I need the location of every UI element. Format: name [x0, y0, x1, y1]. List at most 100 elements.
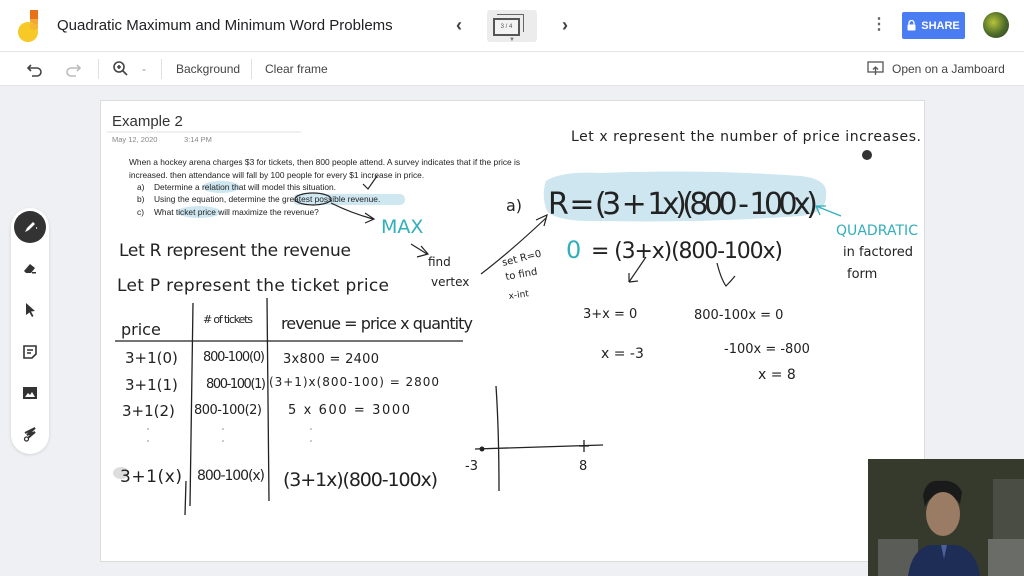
- table-cell: 3+1(0): [125, 349, 178, 367]
- next-frame-button[interactable]: ›: [553, 13, 577, 37]
- caret-down-icon: ▼: [509, 37, 515, 43]
- right-factor-step: -100x = -800: [724, 342, 810, 357]
- share-button[interactable]: SHARE: [902, 12, 965, 39]
- toolbar-divider: [251, 59, 252, 79]
- pen-tool[interactable]: [14, 211, 46, 243]
- problem-line-2: increased. then attendance will fall by …: [129, 170, 424, 180]
- table-header-tickets: # of tickets: [203, 313, 253, 326]
- jamboard-logo: [18, 10, 38, 42]
- table-cell: 800-100(1): [206, 377, 266, 392]
- laser-tool[interactable]: [14, 418, 46, 450]
- webcam-feed: [868, 459, 1024, 576]
- canvas-drawing[interactable]: Example 2 May 12, 2020 3:14 PM When a ho…: [101, 101, 925, 562]
- arrow-right-factor-stroke: [716, 262, 736, 287]
- let-p-statement: Let P represent the ticket price: [117, 276, 389, 296]
- open-on-jamboard-label: Open on a Jamboard: [892, 62, 1005, 76]
- redo-icon: [66, 64, 82, 77]
- cursor-dot: [862, 150, 872, 160]
- select-tool[interactable]: [14, 294, 46, 326]
- revenue-table: price # of tickets revenue = price x qua…: [113, 297, 473, 516]
- quadratic-label-3: form: [847, 267, 877, 282]
- let-r-statement: Let R represent the revenue: [119, 241, 351, 261]
- quadratic-label-2: in factored: [843, 245, 913, 260]
- arrow-to-max-stroke: [330, 202, 376, 224]
- right-factor-equation: 800-100x = 0: [694, 308, 783, 323]
- graph-label-right: 8: [579, 459, 587, 474]
- arrow-quadratic-stroke: [815, 205, 842, 217]
- table-cell: 5 x 600 = 3000: [288, 403, 410, 418]
- document-date: May 12, 2020: [112, 135, 157, 144]
- table-cell: 3+1(2): [122, 402, 175, 420]
- graph-label-left: -3: [465, 459, 478, 474]
- quadratic-label-1: QUADRATIC: [836, 223, 918, 239]
- table-cell: 3+1(1): [125, 376, 178, 394]
- pointer-arrow-icon: [26, 303, 35, 317]
- pasted-problem-document: Example 2 May 12, 2020 3:14 PM When a ho…: [107, 113, 520, 218]
- table-cell: 800-100(x): [197, 468, 265, 484]
- part-b-label: b): [137, 194, 145, 204]
- zoom-button[interactable]: [112, 52, 130, 86]
- toolbar-divider: [161, 59, 162, 79]
- toolbar-divider: [98, 59, 99, 79]
- table-row: 3+1(2) 800-100(2) 5 x 600 = 3000: [122, 402, 410, 420]
- sticky-note-tool[interactable]: [14, 336, 46, 368]
- eraser-icon: [24, 264, 36, 274]
- background-button[interactable]: Background: [176, 52, 240, 86]
- max-annotation: MAX: [381, 216, 423, 238]
- right-factor-solution: x = 8: [758, 367, 796, 383]
- toolbar: - Background Clear frame Open on a Jambo…: [0, 52, 1024, 86]
- share-label: SHARE: [921, 19, 960, 32]
- zoom-dropdown[interactable]: -: [142, 52, 146, 86]
- table-cell: (3+1x)(800-100x): [283, 469, 438, 491]
- previous-frame-button[interactable]: ‹: [447, 13, 471, 37]
- sticky-note-icon: [23, 345, 37, 359]
- table-header-revenue: revenue = price x quantity: [281, 314, 473, 333]
- redo-button[interactable]: [65, 52, 82, 86]
- table-row: 3+1(x) 800-100(x) (3+1x)(800-100x): [120, 467, 438, 491]
- jam-frame-canvas[interactable]: Example 2 May 12, 2020 3:14 PM When a ho…: [100, 100, 925, 562]
- left-factor-equation: 3+x = 0: [583, 307, 637, 322]
- more-options-icon[interactable]: ⋮: [870, 14, 888, 38]
- open-on-jamboard-button[interactable]: Open on a Jamboard: [867, 52, 1005, 86]
- eraser-tool[interactable]: [14, 252, 46, 284]
- zero-equation: = (3+x)(800-100x): [591, 239, 783, 264]
- find-vertex-line-1: find: [428, 255, 451, 269]
- set-r-line-1: set R=0: [501, 249, 543, 269]
- set-r-line-3: x-int: [508, 289, 530, 302]
- undo-button[interactable]: [26, 52, 43, 86]
- part-c-label: c): [137, 207, 144, 217]
- sketch-graph: -3 8: [465, 385, 604, 492]
- lock-icon: [907, 20, 916, 31]
- table-cell: (3+1)x(800-100) = 2800: [269, 375, 439, 389]
- image-icon: [23, 387, 37, 399]
- laser-icon: [23, 427, 36, 442]
- frame-indicator: 3 / 4: [493, 18, 520, 36]
- table-row: 3+1(0) 800-100(0) 3x800 = 2400: [125, 349, 379, 367]
- table-cell: 3x800 = 2400: [283, 352, 379, 367]
- left-factor-solution: x = -3: [601, 346, 644, 362]
- let-x-statement: Let x represent the number of price incr…: [571, 129, 921, 145]
- frame-picker-button[interactable]: 3 / 4 ▼: [487, 10, 537, 43]
- user-avatar[interactable]: [983, 12, 1009, 38]
- pen-icon: [25, 222, 38, 232]
- part-a-label: a): [137, 182, 145, 192]
- part-c-text: What ticket price will maximize the reve…: [154, 207, 319, 217]
- table-row: 3+1(1) 800-100(1) (3+1)x(800-100) = 2800: [125, 375, 439, 394]
- document-title: Quadratic Maximum and Minimum Word Probl…: [57, 17, 393, 34]
- set-r-line-2: to find: [505, 267, 539, 283]
- arrow-to-find-vertex-stroke: [410, 243, 430, 258]
- drawing-tools-palette: [11, 208, 49, 454]
- table-cell: 800-100(2): [194, 403, 262, 418]
- table-ellipsis-dots: [147, 428, 312, 442]
- problem-line-1: When a hockey arena charges $3 for ticke…: [129, 157, 520, 167]
- document-time: 3:14 PM: [184, 135, 212, 144]
- undo-icon: [26, 64, 42, 77]
- find-vertex-line-2: vertex: [431, 275, 469, 289]
- top-bar: Quadratic Maximum and Minimum Word Probl…: [0, 0, 1024, 52]
- table-cell: 800-100(0): [203, 350, 265, 365]
- clear-frame-button[interactable]: Clear frame: [265, 52, 328, 86]
- zero-value: 0: [566, 236, 581, 264]
- presenter-webcam-video: [868, 459, 1024, 576]
- image-tool[interactable]: [14, 377, 46, 409]
- part-b-text: Using the equation, determine the greate…: [154, 194, 380, 204]
